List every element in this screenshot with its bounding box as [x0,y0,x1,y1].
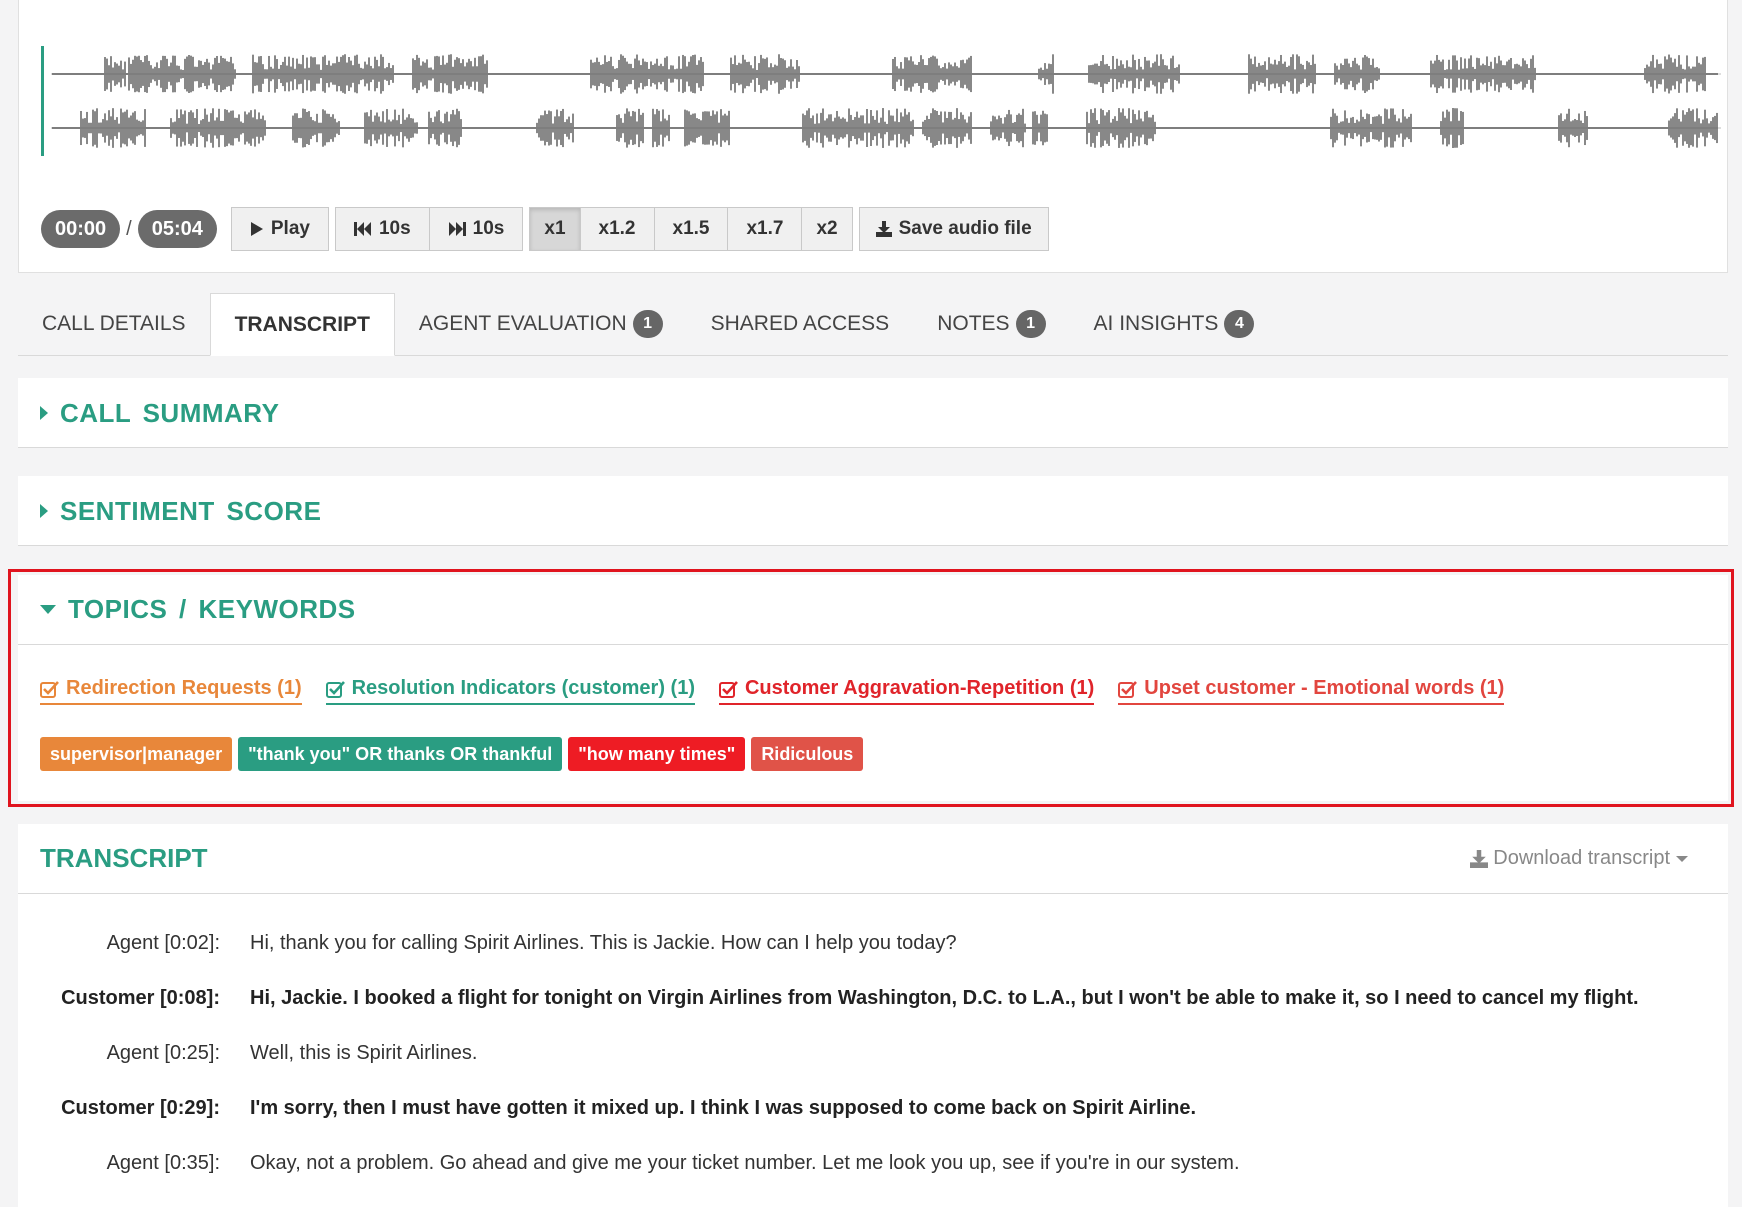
play-button[interactable]: Play [230,207,329,251]
sentiment-score-title: SENTIMENT SCORE [60,495,322,526]
audio-waveform[interactable] [41,46,1726,156]
transcript-panel: TRANSCRIPT Download transcript Agent [0:… [18,824,1728,1207]
download-icon [875,221,892,237]
transcript-line[interactable]: Agent [0:02]: Hi, thank you for calling S… [18,916,1728,971]
forward-10s-button[interactable]: 10s [429,207,524,251]
utterance-text: Hi, thank you for calling Spirit Airline… [250,932,957,954]
time-separator: / [126,217,132,240]
playback-speed-group: x1 x1.2 x1.5 x1.7 x2 [529,207,853,251]
tab-label: CALL DETAILS [42,312,186,335]
tab-agent-evaluation[interactable]: AGENT EVALUATION 1 [395,293,687,355]
utterance-text: I'm sorry, then I must have gotten it mi… [250,1097,1197,1119]
rewind-10s-button[interactable]: 10s [334,207,430,251]
save-audio-button[interactable]: Save audio file [858,207,1049,251]
caret-right-icon [40,406,48,420]
speaker-timestamp: Agent [0:25]: [106,1042,220,1064]
sentiment-score-toggle[interactable]: SENTIMENT SCORE [18,476,1728,546]
highlight-box [8,569,1734,807]
fast-backward-icon [353,222,371,236]
call-summary-section: CALL SUMMARY [18,378,1728,448]
caret-down-icon [1676,855,1688,862]
call-summary-title: CALL SUMMARY [60,397,280,428]
tab-notes[interactable]: NOTES 1 [913,293,1069,355]
transcript-title: TRANSCRIPT [40,843,208,873]
download-icon [1470,849,1489,868]
forward-label: 10s [472,218,505,239]
transcript-line[interactable]: Customer [0:29]: I'm sorry, then I must h… [18,1081,1728,1136]
tab-ai-insights[interactable]: AI INSIGHTS 4 [1070,293,1279,355]
speaker-timestamp: Customer [0:29]: [61,1097,220,1119]
download-transcript-button[interactable]: Download transcript [1470,847,1688,870]
speed-button-x1-2[interactable]: x1.2 [580,207,655,251]
fast-forward-icon [448,222,466,236]
tab-label: AGENT EVALUATION [418,312,627,335]
tab-bar: CALL DETAILS TRANSCRIPT AGENT EVALUATION 1 S… [18,293,1728,356]
play-label: Play [270,218,310,239]
utterance-text: Hi, Jackie. I booked a flight for tonigh… [250,987,1639,1009]
speaker-timestamp: Agent [0:02]: [106,932,220,954]
caret-right-icon [40,504,48,518]
transcript-lines: Agent [0:02]: Hi, thank you for calling S… [18,894,1728,1191]
speed-button-x1-5[interactable]: x1.5 [654,207,729,251]
tab-label: AI INSIGHTS [1093,312,1219,335]
speaker-timestamp: Agent [0:35]: [106,1152,220,1174]
count-badge: 1 [1015,310,1046,338]
rewind-label: 10s [378,218,411,239]
download-transcript-label: Download transcript [1493,847,1670,869]
transcript-line[interactable]: Agent [0:35]: Okay, not a problem. Go ahe… [18,1136,1728,1191]
sentiment-score-section: SENTIMENT SCORE [18,476,1728,546]
tab-label: NOTES [937,312,1010,335]
current-time: 00:00 [41,210,121,248]
transcript-line[interactable]: Agent [0:25]: Well, this is Spirit Airlin… [18,1026,1728,1081]
call-summary-toggle[interactable]: CALL SUMMARY [18,378,1728,448]
player-controls: 00:00 / 05:04 Play 10s 10s x1 x1.2 x1.5 x1.… [41,207,1049,251]
tab-transcript[interactable]: TRANSCRIPT [209,293,395,356]
audio-player: 00:00 / 05:04 Play 10s 10s x1 x1.2 x1.5 x1.… [18,0,1728,273]
play-icon [250,222,263,236]
tab-call-details[interactable]: CALL DETAILS [18,293,210,355]
count-badge: 1 [632,310,663,338]
duration: 05:04 [137,210,217,248]
utterance-text: Okay, not a problem. Go ahead and give m… [250,1152,1240,1174]
tab-shared-access[interactable]: SHARED ACCESS [687,293,914,355]
save-audio-label: Save audio file [898,218,1032,239]
speaker-timestamp: Customer [0:08]: [61,987,220,1009]
tab-label: TRANSCRIPT [234,312,370,336]
speed-button-x2[interactable]: x2 [802,207,853,251]
tab-label: SHARED ACCESS [710,312,890,335]
speed-button-x1[interactable]: x1 [529,207,581,251]
transcript-line[interactable]: Customer [0:08]: Hi, Jackie. I booked a f… [18,971,1728,1026]
utterance-text: Well, this is Spirit Airlines. [250,1042,478,1064]
speed-button-x1-7[interactable]: x1.7 [728,207,803,251]
count-badge: 4 [1224,310,1255,338]
